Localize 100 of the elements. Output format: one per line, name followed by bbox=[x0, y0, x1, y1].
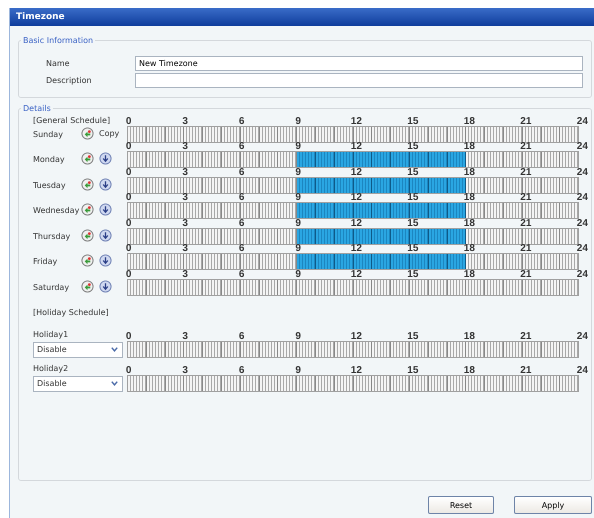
hour-cell[interactable] bbox=[448, 342, 466, 356]
hour-cell[interactable] bbox=[466, 342, 486, 356]
hour-cell[interactable] bbox=[297, 228, 316, 244]
hour-cell[interactable] bbox=[354, 342, 372, 356]
hour-cell[interactable] bbox=[504, 280, 523, 294]
hour-cell[interactable] bbox=[146, 342, 166, 356]
hour-cell[interactable] bbox=[560, 152, 578, 167]
hour-cell[interactable] bbox=[334, 228, 354, 244]
hour-cell[interactable] bbox=[222, 342, 241, 356]
hour-cell[interactable] bbox=[485, 228, 504, 244]
hour-cell[interactable] bbox=[260, 203, 278, 218]
hour-cell[interactable] bbox=[410, 203, 429, 218]
hour-cell[interactable] bbox=[428, 178, 448, 192]
copy-icon[interactable] bbox=[81, 178, 94, 190]
hour-cell[interactable] bbox=[410, 280, 429, 294]
hour-cell[interactable] bbox=[203, 254, 222, 269]
hour-cell[interactable] bbox=[372, 126, 392, 142]
hour-cell[interactable] bbox=[334, 178, 354, 192]
hour-cell[interactable] bbox=[372, 342, 392, 356]
hour-cell[interactable] bbox=[542, 126, 560, 142]
hour-cell[interactable] bbox=[391, 228, 410, 244]
hour-cell[interactable] bbox=[428, 376, 448, 390]
hour-cell[interactable] bbox=[504, 203, 523, 218]
hour-cell[interactable] bbox=[542, 152, 560, 167]
hour-cell[interactable] bbox=[260, 254, 278, 269]
hour-cell[interactable] bbox=[448, 228, 466, 244]
hour-cell[interactable] bbox=[504, 342, 523, 356]
hour-cell[interactable] bbox=[504, 178, 523, 192]
hour-cell[interactable] bbox=[334, 254, 354, 269]
holiday-select[interactable]: Disable bbox=[33, 342, 123, 358]
hour-cell[interactable] bbox=[184, 228, 204, 244]
hour-cell[interactable] bbox=[504, 228, 523, 244]
hour-cell[interactable] bbox=[240, 280, 260, 294]
hour-cell[interactable] bbox=[410, 126, 429, 142]
hour-cell[interactable] bbox=[542, 228, 560, 244]
hour-cell[interactable] bbox=[466, 126, 486, 142]
hour-cell[interactable] bbox=[184, 376, 204, 390]
hour-cell[interactable] bbox=[316, 254, 335, 269]
hour-cell[interactable] bbox=[485, 126, 504, 142]
hour-cell[interactable] bbox=[560, 254, 578, 269]
hour-cell[interactable] bbox=[334, 126, 354, 142]
hour-cell[interactable] bbox=[410, 178, 429, 192]
copy-icon[interactable] bbox=[81, 228, 94, 242]
hour-cell[interactable] bbox=[128, 126, 147, 142]
hour-cell[interactable] bbox=[297, 254, 316, 269]
hour-cell[interactable] bbox=[297, 280, 316, 294]
hour-cell[interactable] bbox=[278, 280, 298, 294]
hour-cell[interactable] bbox=[410, 152, 429, 167]
hour-cell[interactable] bbox=[372, 254, 392, 269]
hour-cell[interactable] bbox=[354, 152, 372, 167]
hour-cell[interactable] bbox=[466, 280, 486, 294]
hour-cell[interactable] bbox=[166, 280, 184, 294]
hour-cell[interactable] bbox=[391, 178, 410, 192]
hour-cell[interactable] bbox=[560, 203, 578, 218]
copy-icon[interactable] bbox=[81, 203, 94, 216]
copy-label[interactable]: Copy bbox=[99, 128, 120, 138]
hour-cell[interactable] bbox=[240, 126, 260, 142]
hour-cell[interactable] bbox=[240, 254, 260, 269]
hour-cell[interactable] bbox=[222, 203, 241, 218]
hour-cell[interactable] bbox=[240, 376, 260, 390]
hour-cell[interactable] bbox=[391, 342, 410, 356]
hour-cell[interactable] bbox=[278, 152, 298, 167]
hour-cell[interactable] bbox=[466, 254, 486, 269]
hour-cell[interactable] bbox=[410, 228, 429, 244]
hour-cell[interactable] bbox=[146, 178, 166, 192]
hour-cell[interactable] bbox=[297, 342, 316, 356]
hour-cell[interactable] bbox=[166, 126, 184, 142]
hour-cell[interactable] bbox=[485, 254, 504, 269]
hour-cell[interactable] bbox=[316, 280, 335, 294]
hour-cell[interactable] bbox=[240, 228, 260, 244]
hour-cell[interactable] bbox=[522, 228, 542, 244]
hour-cell[interactable] bbox=[316, 178, 335, 192]
hour-cell[interactable] bbox=[240, 342, 260, 356]
hour-cell[interactable] bbox=[203, 203, 222, 218]
hour-cell[interactable] bbox=[560, 342, 578, 356]
copy-icon[interactable] bbox=[81, 280, 94, 292]
hour-cell[interactable] bbox=[240, 178, 260, 192]
hour-cell[interactable] bbox=[203, 342, 222, 356]
hour-cell[interactable] bbox=[260, 228, 278, 244]
hour-cell[interactable] bbox=[428, 280, 448, 294]
hour-cell[interactable] bbox=[184, 152, 204, 167]
hour-cell[interactable] bbox=[166, 254, 184, 269]
hour-cell[interactable] bbox=[372, 178, 392, 192]
copy-icon[interactable] bbox=[81, 126, 94, 140]
hour-cell[interactable] bbox=[391, 280, 410, 294]
hour-cell[interactable] bbox=[372, 376, 392, 390]
hour-cell[interactable] bbox=[316, 152, 335, 167]
hour-cell[interactable] bbox=[316, 342, 335, 356]
hour-cell[interactable] bbox=[203, 152, 222, 167]
hour-cell[interactable] bbox=[203, 178, 222, 192]
hour-cell[interactable] bbox=[354, 254, 372, 269]
hour-cell[interactable] bbox=[316, 126, 335, 142]
hour-cell[interactable] bbox=[354, 178, 372, 192]
hour-cell[interactable] bbox=[448, 152, 466, 167]
hour-cell[interactable] bbox=[448, 178, 466, 192]
hour-cell[interactable] bbox=[354, 228, 372, 244]
hour-cell[interactable] bbox=[522, 280, 542, 294]
hour-cell[interactable] bbox=[448, 254, 466, 269]
hour-cell[interactable] bbox=[391, 254, 410, 269]
input-field[interactable] bbox=[135, 73, 583, 88]
